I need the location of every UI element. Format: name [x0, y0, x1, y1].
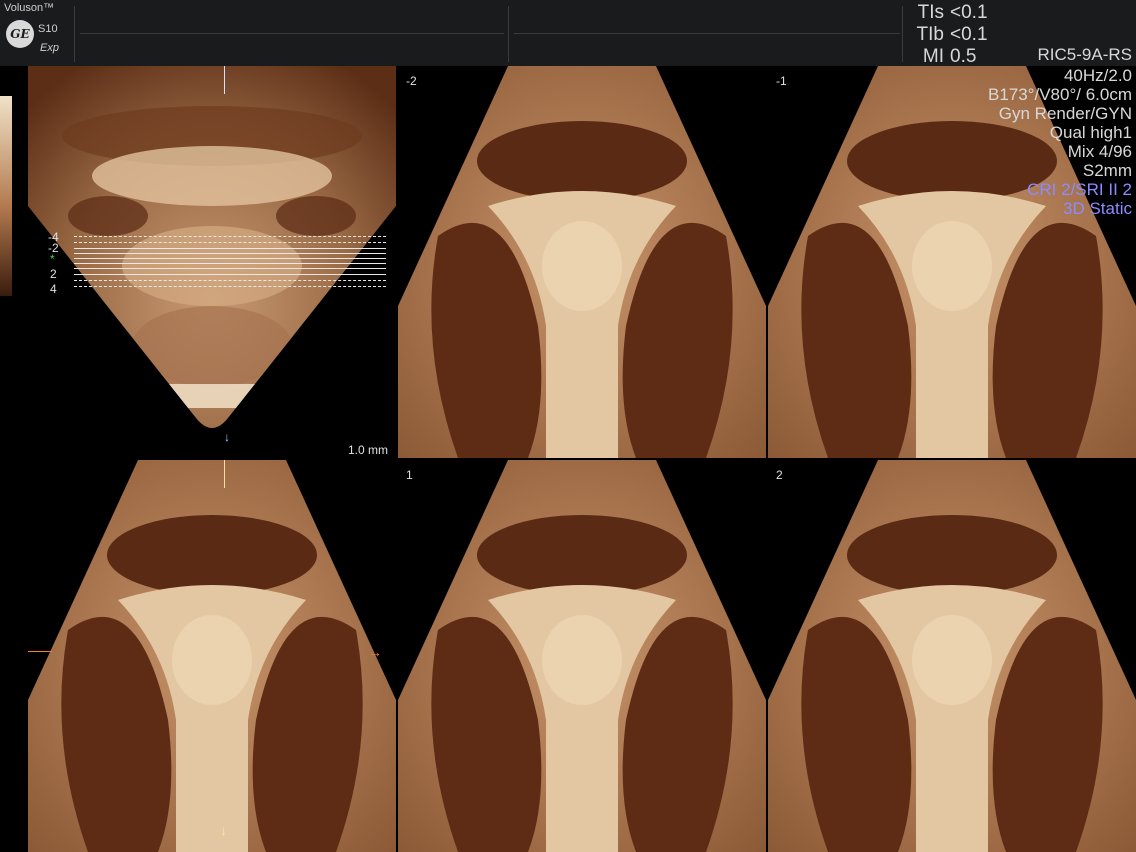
setting-line: B173°/V80°/ 6.0cm	[987, 85, 1132, 104]
slice-image	[28, 460, 396, 852]
model-name: S10	[38, 23, 58, 35]
safety-label: MI	[922, 46, 944, 67]
top-divider-line	[514, 33, 900, 34]
brand: Voluson™ GE S10 Exp	[4, 2, 74, 62]
slice-plane-line	[74, 248, 386, 249]
slice-plane-line	[74, 253, 386, 254]
probe-name: RIC5-9A-RS	[1037, 45, 1132, 64]
slice-label: 1	[406, 468, 413, 482]
setting-line: 3D Static	[1063, 199, 1132, 218]
top-divider-line	[80, 33, 504, 34]
safety-value: <0.1	[950, 24, 988, 45]
arrow-down-icon: ↓	[224, 430, 230, 444]
slice-plane-line	[74, 274, 386, 275]
slice-label: -2	[406, 74, 417, 88]
slice-plane-line	[74, 280, 386, 281]
setting-line: 40Hz/2.0	[1063, 66, 1132, 85]
safety-value: 0.5	[950, 46, 977, 67]
slice-mark-center: *	[50, 252, 55, 266]
slice-label: 2	[776, 468, 783, 482]
marker-line-left	[28, 651, 52, 652]
slice-panel-minus-2[interactable]: -2	[398, 66, 766, 458]
safety-value: <0.1	[950, 2, 988, 23]
ge-logo-icon: GE	[6, 20, 34, 48]
slice-plane-line	[74, 263, 386, 264]
setting-line: Gyn Render/GYN	[998, 104, 1132, 123]
slice-image	[398, 66, 766, 458]
slice-mark: 2	[50, 267, 57, 281]
acquisition-info: RIC5-9A-RS 40Hz/2.0 B173°/V80°/ 6.0cm Gyn …	[988, 44, 1132, 218]
cursor-line	[224, 460, 225, 488]
slice-mark: 4	[50, 282, 57, 296]
top-separator	[508, 6, 509, 62]
top-separator	[902, 6, 903, 62]
setting-line: CRI 2/SRI II 2	[1027, 180, 1132, 199]
setting-line: S2mm	[1082, 161, 1132, 180]
top-bar: Voluson™ GE S10 Exp TIs <0.1 TIb <0.1 MI 0.…	[0, 0, 1136, 67]
slice-plane-line	[74, 242, 386, 243]
safety-label: TIs	[917, 2, 944, 23]
cursor-line	[224, 66, 225, 94]
model-tier: Exp	[40, 42, 59, 54]
slice-spacing: 1.0 mm	[348, 443, 389, 457]
setting-line: Qual high1	[1049, 123, 1132, 142]
slice-image	[398, 460, 766, 852]
slice-panel-center[interactable]: ↓ →	[28, 460, 396, 852]
slice-plane-line	[74, 268, 386, 269]
grayscale-bar	[0, 96, 12, 296]
settings-list: 40Hz/2.0 B173°/V80°/ 6.0cm Gyn Render/GYN Q…	[988, 66, 1132, 218]
slice-label: -1	[776, 74, 787, 88]
arrow-down-icon: ↓	[220, 822, 227, 838]
slice-panel-2[interactable]: 2	[768, 460, 1136, 852]
safety-row-tis: TIs <0.1	[906, 2, 1006, 24]
top-separator	[74, 6, 75, 62]
slice-plane-line	[74, 258, 386, 259]
reference-panel[interactable]: -4 -2 * 2 4	[28, 66, 396, 458]
slice-panel-1[interactable]: 1	[398, 460, 766, 852]
arrow-right-icon: →	[368, 644, 382, 660]
safety-label: TIb	[916, 24, 944, 45]
slice-plane-line	[74, 236, 386, 237]
slice-plane-line	[74, 286, 386, 287]
setting-line: Mix 4/96	[1067, 142, 1132, 161]
brand-name: Voluson™	[4, 2, 55, 14]
reference-image	[28, 66, 396, 428]
safety-row-tib: TIb <0.1	[906, 24, 1006, 46]
slice-image	[768, 460, 1136, 852]
